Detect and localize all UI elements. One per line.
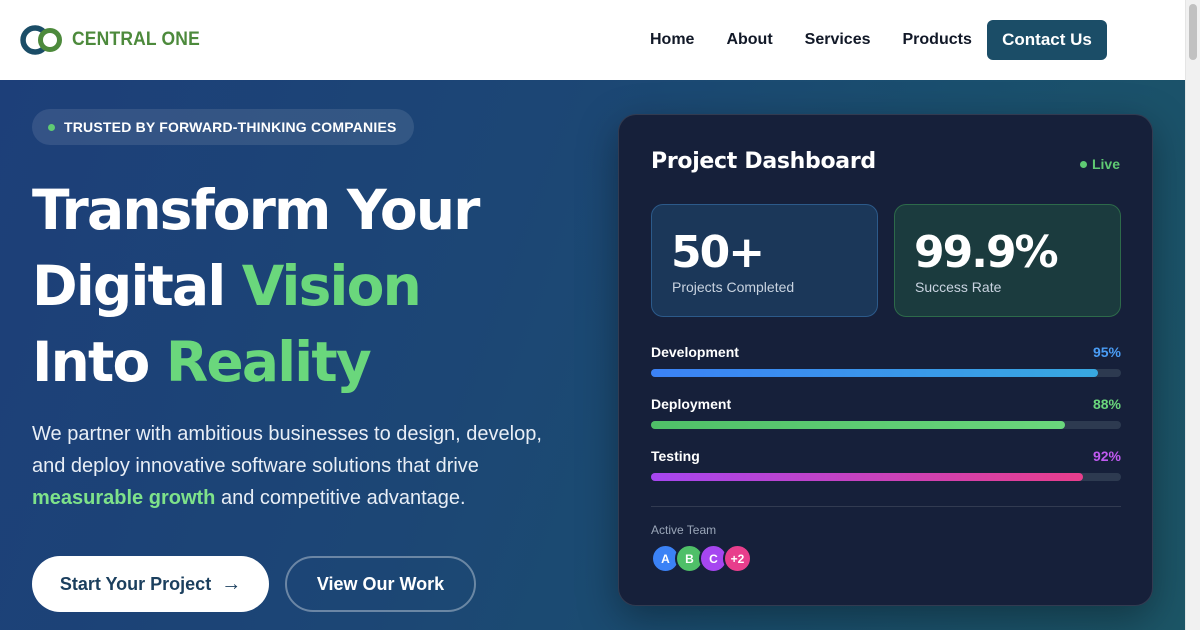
headline-line-1: Transform Your xyxy=(32,178,480,242)
hero-description: We partner with ambitious businesses to … xyxy=(32,418,562,514)
avatar-more[interactable]: +2 xyxy=(723,544,752,573)
progress-label: Testing xyxy=(651,448,700,464)
start-project-button[interactable]: Start Your Project → xyxy=(32,556,269,612)
progress-fill xyxy=(651,473,1084,481)
progress-label: Development xyxy=(651,344,739,360)
start-project-label: Start Your Project xyxy=(59,573,212,594)
headline-line-2-accent: Vision xyxy=(241,254,422,318)
hero-description-part-1: We partner with ambitious businesses to … xyxy=(32,423,542,477)
site-header: CENTRAL ONE Home About Services Products… xyxy=(0,0,1185,80)
hero-description-highlight: measurable growth xyxy=(32,487,216,509)
arrow-right-icon: → xyxy=(221,572,242,595)
stat-value: 50+ xyxy=(671,227,765,278)
nav-about[interactable]: About xyxy=(726,31,772,49)
stat-label: Success Rate xyxy=(915,279,1002,295)
stat-label: Projects Completed xyxy=(672,279,795,295)
trust-badge: TRUSTED BY FORWARD-THINKING COMPANIES xyxy=(32,109,414,145)
hero-section: TRUSTED BY FORWARD-THINKING COMPANIES Tr… xyxy=(0,80,1185,630)
progress-track xyxy=(651,421,1121,429)
progress-fill xyxy=(651,369,1098,377)
nav-home[interactable]: Home xyxy=(650,31,694,49)
headline-line-3-plain: Into xyxy=(32,330,166,394)
headline-line-2-plain: Digital xyxy=(32,254,242,318)
brand-name: CENTRAL ONE xyxy=(72,29,200,50)
headline-line-3-accent: Reality xyxy=(165,330,372,394)
stat-projects-completed: 50+ Projects Completed xyxy=(651,204,878,317)
brand-logo[interactable]: CENTRAL ONE xyxy=(20,24,211,56)
team-avatars: A B C +2 xyxy=(651,544,752,573)
progress-value: 92% xyxy=(1092,448,1121,464)
live-status: Live xyxy=(1079,156,1120,172)
status-dot-icon xyxy=(48,123,55,131)
main-nav: Home About Services Products xyxy=(650,0,1004,80)
live-dot-icon xyxy=(1079,160,1087,168)
dashboard-title: Project Dashboard xyxy=(651,149,876,174)
page-scrollbar[interactable] xyxy=(1185,0,1200,630)
view-work-button[interactable]: View Our Work xyxy=(285,556,476,612)
hero-headline: Transform Your Digital Vision Into Reali… xyxy=(32,172,592,400)
progress-track xyxy=(651,369,1121,377)
live-status-text: Live xyxy=(1091,156,1120,172)
contact-us-button[interactable]: Contact Us xyxy=(987,20,1107,60)
scrollbar-thumb[interactable] xyxy=(1189,4,1197,60)
progress-value: 88% xyxy=(1092,396,1121,412)
nav-services[interactable]: Services xyxy=(805,31,871,49)
active-team-label: Active Team xyxy=(651,523,717,537)
hero-description-part-2: and competitive advantage. xyxy=(215,487,466,509)
progress-fill xyxy=(651,421,1065,429)
trust-badge-text: TRUSTED BY FORWARD-THINKING COMPANIES xyxy=(64,119,397,135)
project-dashboard-card: Project Dashboard Live 50+ Projects Comp… xyxy=(618,114,1153,606)
progress-label: Deployment xyxy=(651,396,732,412)
nav-products[interactable]: Products xyxy=(903,31,972,49)
stat-value: 99.9% xyxy=(914,227,1059,278)
stat-success-rate: 99.9% Success Rate xyxy=(894,204,1121,317)
progress-track xyxy=(651,473,1121,481)
logo-icon xyxy=(20,25,62,55)
card-divider xyxy=(651,506,1121,507)
progress-value: 95% xyxy=(1092,344,1121,360)
